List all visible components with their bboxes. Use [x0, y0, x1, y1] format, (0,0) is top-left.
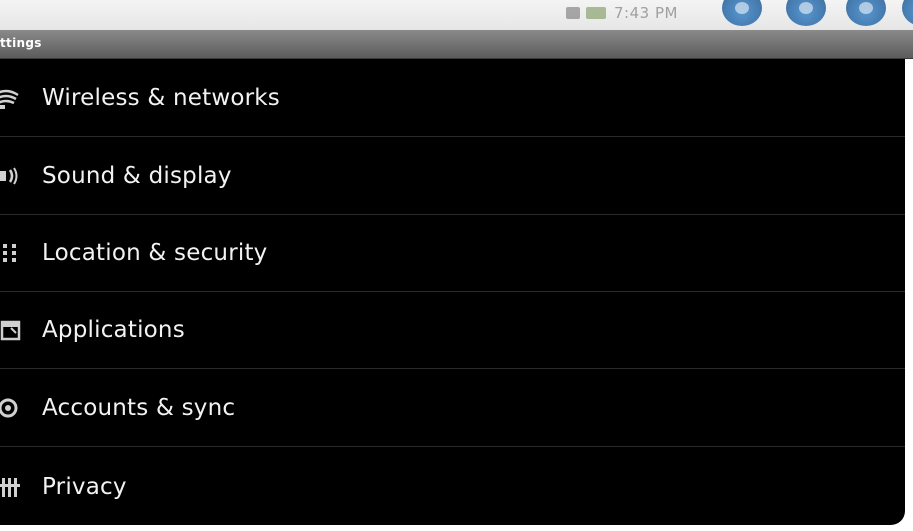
status-icons: 7:43 PM	[566, 4, 678, 22]
settings-screen: 7:43 PM ttings Wireless & networks Sound…	[0, 0, 913, 531]
clock: 7:43 PM	[614, 4, 678, 22]
home-button[interactable]	[722, 0, 762, 26]
sound-icon	[0, 164, 24, 188]
status-bar: 7:43 PM	[0, 0, 913, 30]
list-item-location-security[interactable]: Location & security	[0, 214, 905, 292]
list-item-wireless-networks[interactable]: Wireless & networks	[0, 59, 905, 137]
location-grid-icon	[0, 241, 24, 265]
back-button[interactable]	[786, 0, 826, 26]
page-title: ttings	[0, 36, 42, 50]
applications-icon	[0, 318, 24, 342]
sync-icon	[0, 396, 24, 420]
privacy-icon	[0, 475, 24, 499]
notification-icon	[566, 7, 580, 19]
list-item-label: Privacy	[42, 473, 127, 500]
list-item-applications[interactable]: Applications	[0, 291, 905, 369]
settings-list: Wireless & networks Sound & display Loca…	[0, 59, 905, 525]
list-item-accounts-sync[interactable]: Accounts & sync	[0, 369, 905, 447]
wifi-icon	[0, 86, 24, 110]
battery-icon	[586, 7, 606, 19]
list-item-sound-display[interactable]: Sound & display	[0, 137, 905, 215]
list-item-privacy[interactable]: Privacy	[0, 448, 905, 525]
list-item-label: Accounts & sync	[42, 394, 236, 421]
list-item-label: Applications	[42, 316, 185, 343]
list-item-label: Location & security	[42, 239, 268, 266]
refresh-button[interactable]	[846, 0, 886, 26]
list-item-label: Wireless & networks	[42, 84, 280, 111]
list-item-label: Sound & display	[42, 162, 232, 189]
title-bar: ttings	[0, 30, 913, 59]
menu-button[interactable]	[902, 0, 913, 26]
